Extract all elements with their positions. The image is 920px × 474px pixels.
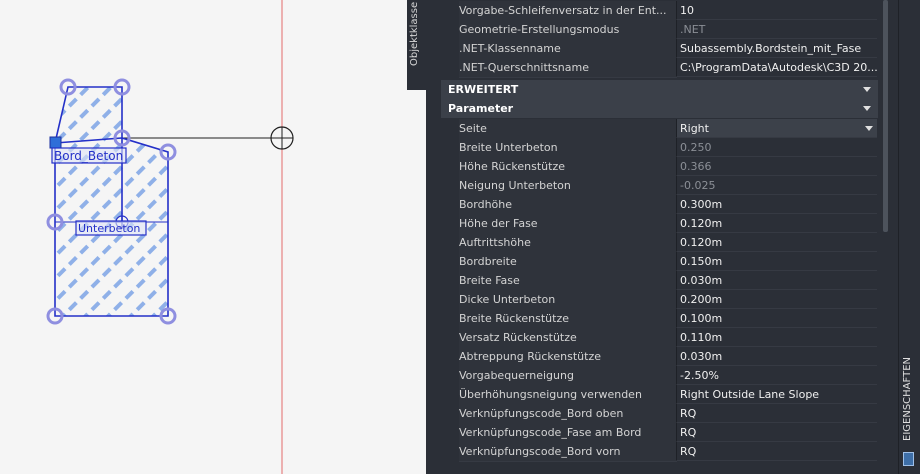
property-name: .NET-Querschnittsname xyxy=(459,58,677,78)
property-value[interactable]: 0.120m xyxy=(676,233,877,252)
property-value[interactable]: 10 xyxy=(676,1,877,20)
property-name: Abtreppung Rückenstütze xyxy=(459,347,677,367)
property-value[interactable]: 0.150m xyxy=(676,252,877,271)
property-row[interactable]: Höhe Rückenstütze 0.366 xyxy=(441,157,878,177)
palette-title: EIGENSCHAFTEN xyxy=(902,357,913,441)
seite-select[interactable]: Right xyxy=(676,119,877,138)
property-row[interactable]: Neigung Unterbeton -0.025 xyxy=(441,176,878,196)
property-row[interactable]: Breite Unterbeton 0.250 xyxy=(441,138,878,158)
section-erweitert[interactable]: ERWEITERT xyxy=(441,80,878,99)
property-row[interactable]: Höhe der Fase 0.120m xyxy=(441,214,878,234)
property-value[interactable]: -2.50% xyxy=(676,366,877,385)
property-value[interactable]: Right Outside Lane Slope xyxy=(676,385,877,404)
property-row[interactable]: Breite Fase 0.030m xyxy=(441,271,878,291)
insertion-point-marker[interactable] xyxy=(270,126,294,150)
property-row[interactable]: Verknüpfungscode_Bord oben RQ xyxy=(441,404,878,424)
property-value[interactable]: 0.100m xyxy=(676,309,877,328)
property-row[interactable]: Abtreppung Rückenstütze 0.030m xyxy=(441,347,878,367)
property-name: Dicke Unterbeton xyxy=(459,290,677,310)
property-row-section-name[interactable]: .NET-Querschnittsname C:\ProgramData\Aut… xyxy=(441,58,878,78)
label-bord-beton: Bord_Beton xyxy=(54,149,123,163)
property-value[interactable]: 0.110m xyxy=(676,328,877,347)
property-name: Bordbreite xyxy=(459,252,677,272)
label-unterbeton: Unterbeton xyxy=(78,222,140,235)
dropdown-arrow-icon[interactable] xyxy=(865,126,873,131)
property-name: Verknüpfungscode_Bord vorn xyxy=(459,442,677,462)
property-name: Höhe der Fase xyxy=(459,214,677,234)
property-row-class-name[interactable]: .NET-Klassenname Subassembly.Bordstein_m… xyxy=(441,39,878,59)
property-row-geometry-mode[interactable]: Geometrie-Erstellungsmodus .NET xyxy=(441,20,878,40)
property-name: Höhe Rückenstütze xyxy=(459,157,677,177)
curb-shape[interactable] xyxy=(54,86,169,317)
property-row[interactable]: Vorgabequerneigung -2.50% xyxy=(441,366,878,386)
section-parameter[interactable]: Parameter xyxy=(441,99,878,118)
collapse-arrow-icon[interactable] xyxy=(863,106,871,111)
property-value[interactable]: RQ xyxy=(676,442,877,461)
collapse-arrow-icon[interactable] xyxy=(863,87,871,92)
active-grip-square[interactable] xyxy=(49,136,62,149)
property-value[interactable]: 0.030m xyxy=(676,347,877,366)
property-name: Bordhöhe xyxy=(459,195,677,215)
object-class-tab-label: Objektklasse xyxy=(409,2,420,66)
property-name: Breite Rückenstütze xyxy=(459,309,677,329)
property-value[interactable]: RQ xyxy=(676,404,877,423)
property-name: Versatz Rückenstütze xyxy=(459,328,677,348)
property-name: Verknüpfungscode_Bord oben xyxy=(459,404,677,424)
section-title: ERWEITERT xyxy=(448,83,519,96)
property-name: Geometrie-Erstellungsmodus xyxy=(459,20,677,40)
property-row[interactable]: Überhöhungsneigung verwenden Right Outsi… xyxy=(441,385,878,405)
property-value: 0.250 xyxy=(676,138,877,157)
property-value[interactable]: Subassembly.Bordstein_mit_Fase xyxy=(676,39,877,58)
property-value: 0.366 xyxy=(676,157,877,176)
property-value[interactable]: 0.200m xyxy=(676,290,877,309)
property-row[interactable]: Bordhöhe 0.300m xyxy=(441,195,878,215)
property-name: Überhöhungsneigung verwenden xyxy=(459,385,677,405)
scrollbar-thumb[interactable] xyxy=(883,0,888,232)
property-value: -0.025 xyxy=(676,176,877,195)
property-name: Breite Unterbeton xyxy=(459,138,677,158)
property-name: Vorgabequerneigung xyxy=(459,366,677,386)
property-name: Vorgabe-Schleifenversatz in der Ent... xyxy=(459,1,677,21)
section-title: Parameter xyxy=(448,102,514,115)
property-value[interactable]: C:\ProgramData\Autodesk\C3D 20... xyxy=(676,58,877,77)
property-row[interactable]: Bordbreite 0.150m xyxy=(441,252,878,272)
seite-selected-value: Right xyxy=(680,122,709,135)
property-value[interactable]: RQ xyxy=(676,423,877,442)
property-value[interactable]: 0.300m xyxy=(676,195,877,214)
property-row-loop-offset[interactable]: Vorgabe-Schleifenversatz in der Ent... 1… xyxy=(441,1,878,21)
property-value[interactable]: 0.120m xyxy=(676,214,877,233)
property-row[interactable]: Dicke Unterbeton 0.200m xyxy=(441,290,878,310)
property-row[interactable]: Breite Rückenstütze 0.100m xyxy=(441,309,878,329)
property-name: .NET-Klassenname xyxy=(459,39,677,59)
property-name: Auftrittshöhe xyxy=(459,233,677,253)
property-row[interactable]: Verknüpfungscode_Bord vorn RQ xyxy=(441,442,878,462)
property-name: Seite xyxy=(459,119,677,139)
property-name: Breite Fase xyxy=(459,271,677,291)
property-row[interactable]: Verknüpfungscode_Fase am Bord RQ xyxy=(441,423,878,443)
property-row[interactable]: Versatz Rückenstütze 0.110m xyxy=(441,328,878,348)
property-name: Neigung Unterbeton xyxy=(459,176,677,196)
property-value[interactable]: 0.030m xyxy=(676,271,877,290)
property-name: Verknüpfungscode_Fase am Bord xyxy=(459,423,677,443)
property-row-seite[interactable]: Seite Right xyxy=(441,119,878,139)
properties-icon[interactable] xyxy=(903,452,914,466)
property-value: .NET xyxy=(676,20,877,39)
property-row[interactable]: Auftrittshöhe 0.120m xyxy=(441,233,878,253)
